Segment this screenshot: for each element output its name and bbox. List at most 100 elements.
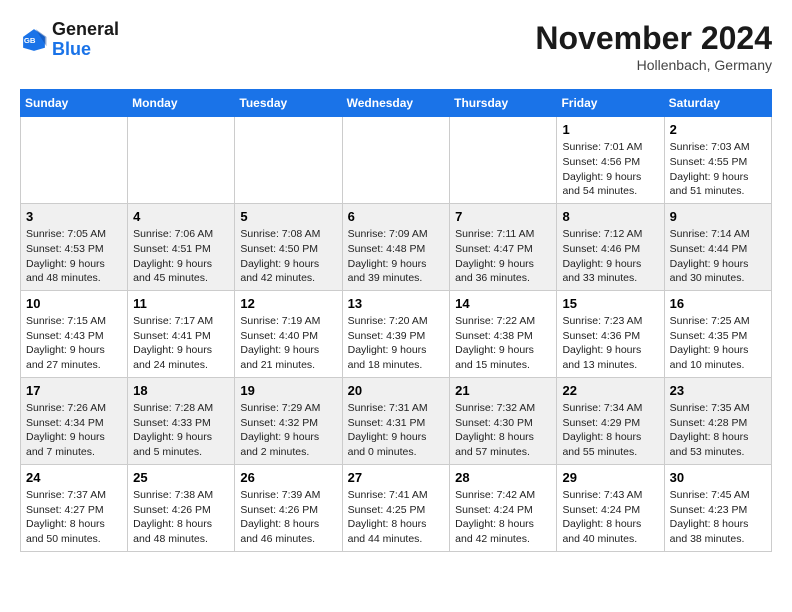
day-number: 14 xyxy=(455,295,551,313)
logo-icon: GB xyxy=(20,26,48,54)
calendar-cell: 19Sunrise: 7:29 AM Sunset: 4:32 PM Dayli… xyxy=(235,377,342,464)
day-info: Sunrise: 7:28 AM Sunset: 4:33 PM Dayligh… xyxy=(133,401,229,460)
day-number: 7 xyxy=(455,208,551,226)
col-sunday: Sunday xyxy=(21,90,128,117)
day-info: Sunrise: 7:26 AM Sunset: 4:34 PM Dayligh… xyxy=(26,401,122,460)
col-thursday: Thursday xyxy=(450,90,557,117)
calendar-week-3: 10Sunrise: 7:15 AM Sunset: 4:43 PM Dayli… xyxy=(21,290,772,377)
calendar-cell: 3Sunrise: 7:05 AM Sunset: 4:53 PM Daylig… xyxy=(21,203,128,290)
day-info: Sunrise: 7:15 AM Sunset: 4:43 PM Dayligh… xyxy=(26,314,122,373)
calendar-cell: 17Sunrise: 7:26 AM Sunset: 4:34 PM Dayli… xyxy=(21,377,128,464)
calendar-cell: 16Sunrise: 7:25 AM Sunset: 4:35 PM Dayli… xyxy=(664,290,771,377)
svg-text:GB: GB xyxy=(24,36,36,45)
calendar-week-5: 24Sunrise: 7:37 AM Sunset: 4:27 PM Dayli… xyxy=(21,464,772,551)
calendar-cell: 9Sunrise: 7:14 AM Sunset: 4:44 PM Daylig… xyxy=(664,203,771,290)
day-info: Sunrise: 7:39 AM Sunset: 4:26 PM Dayligh… xyxy=(240,488,336,547)
day-info: Sunrise: 7:29 AM Sunset: 4:32 PM Dayligh… xyxy=(240,401,336,460)
day-info: Sunrise: 7:06 AM Sunset: 4:51 PM Dayligh… xyxy=(133,227,229,286)
day-info: Sunrise: 7:32 AM Sunset: 4:30 PM Dayligh… xyxy=(455,401,551,460)
day-number: 19 xyxy=(240,382,336,400)
day-info: Sunrise: 7:31 AM Sunset: 4:31 PM Dayligh… xyxy=(348,401,445,460)
day-number: 22 xyxy=(562,382,658,400)
calendar-header-row: Sunday Monday Tuesday Wednesday Thursday… xyxy=(21,90,772,117)
calendar: Sunday Monday Tuesday Wednesday Thursday… xyxy=(20,89,772,552)
day-number: 26 xyxy=(240,469,336,487)
day-info: Sunrise: 7:09 AM Sunset: 4:48 PM Dayligh… xyxy=(348,227,445,286)
calendar-cell: 7Sunrise: 7:11 AM Sunset: 4:47 PM Daylig… xyxy=(450,203,557,290)
day-number: 15 xyxy=(562,295,658,313)
header: GB General Blue November 2024 Hollenbach… xyxy=(20,20,772,73)
logo-line2: Blue xyxy=(52,40,119,60)
day-info: Sunrise: 7:38 AM Sunset: 4:26 PM Dayligh… xyxy=(133,488,229,547)
day-info: Sunrise: 7:34 AM Sunset: 4:29 PM Dayligh… xyxy=(562,401,658,460)
calendar-cell xyxy=(21,117,128,204)
calendar-cell: 27Sunrise: 7:41 AM Sunset: 4:25 PM Dayli… xyxy=(342,464,450,551)
day-number: 20 xyxy=(348,382,445,400)
day-info: Sunrise: 7:17 AM Sunset: 4:41 PM Dayligh… xyxy=(133,314,229,373)
day-info: Sunrise: 7:11 AM Sunset: 4:47 PM Dayligh… xyxy=(455,227,551,286)
day-info: Sunrise: 7:01 AM Sunset: 4:56 PM Dayligh… xyxy=(562,140,658,199)
calendar-cell xyxy=(235,117,342,204)
day-info: Sunrise: 7:14 AM Sunset: 4:44 PM Dayligh… xyxy=(670,227,766,286)
day-number: 18 xyxy=(133,382,229,400)
calendar-cell: 5Sunrise: 7:08 AM Sunset: 4:50 PM Daylig… xyxy=(235,203,342,290)
day-number: 21 xyxy=(455,382,551,400)
col-tuesday: Tuesday xyxy=(235,90,342,117)
calendar-cell xyxy=(450,117,557,204)
calendar-cell: 1Sunrise: 7:01 AM Sunset: 4:56 PM Daylig… xyxy=(557,117,664,204)
calendar-cell: 14Sunrise: 7:22 AM Sunset: 4:38 PM Dayli… xyxy=(450,290,557,377)
calendar-cell: 12Sunrise: 7:19 AM Sunset: 4:40 PM Dayli… xyxy=(235,290,342,377)
day-number: 13 xyxy=(348,295,445,313)
calendar-cell: 8Sunrise: 7:12 AM Sunset: 4:46 PM Daylig… xyxy=(557,203,664,290)
day-number: 6 xyxy=(348,208,445,226)
calendar-week-1: 1Sunrise: 7:01 AM Sunset: 4:56 PM Daylig… xyxy=(21,117,772,204)
calendar-cell: 15Sunrise: 7:23 AM Sunset: 4:36 PM Dayli… xyxy=(557,290,664,377)
calendar-week-2: 3Sunrise: 7:05 AM Sunset: 4:53 PM Daylig… xyxy=(21,203,772,290)
day-number: 17 xyxy=(26,382,122,400)
calendar-cell: 28Sunrise: 7:42 AM Sunset: 4:24 PM Dayli… xyxy=(450,464,557,551)
calendar-cell: 22Sunrise: 7:34 AM Sunset: 4:29 PM Dayli… xyxy=(557,377,664,464)
col-monday: Monday xyxy=(128,90,235,117)
day-info: Sunrise: 7:05 AM Sunset: 4:53 PM Dayligh… xyxy=(26,227,122,286)
day-number: 3 xyxy=(26,208,122,226)
logo: GB General Blue xyxy=(20,20,119,60)
day-number: 10 xyxy=(26,295,122,313)
day-number: 27 xyxy=(348,469,445,487)
day-info: Sunrise: 7:23 AM Sunset: 4:36 PM Dayligh… xyxy=(562,314,658,373)
day-info: Sunrise: 7:08 AM Sunset: 4:50 PM Dayligh… xyxy=(240,227,336,286)
calendar-cell: 11Sunrise: 7:17 AM Sunset: 4:41 PM Dayli… xyxy=(128,290,235,377)
calendar-cell: 24Sunrise: 7:37 AM Sunset: 4:27 PM Dayli… xyxy=(21,464,128,551)
calendar-cell: 21Sunrise: 7:32 AM Sunset: 4:30 PM Dayli… xyxy=(450,377,557,464)
calendar-cell: 18Sunrise: 7:28 AM Sunset: 4:33 PM Dayli… xyxy=(128,377,235,464)
calendar-cell: 25Sunrise: 7:38 AM Sunset: 4:26 PM Dayli… xyxy=(128,464,235,551)
day-number: 2 xyxy=(670,121,766,139)
day-info: Sunrise: 7:42 AM Sunset: 4:24 PM Dayligh… xyxy=(455,488,551,547)
day-number: 8 xyxy=(562,208,658,226)
calendar-cell: 29Sunrise: 7:43 AM Sunset: 4:24 PM Dayli… xyxy=(557,464,664,551)
calendar-cell xyxy=(342,117,450,204)
calendar-cell: 10Sunrise: 7:15 AM Sunset: 4:43 PM Dayli… xyxy=(21,290,128,377)
day-number: 4 xyxy=(133,208,229,226)
day-info: Sunrise: 7:25 AM Sunset: 4:35 PM Dayligh… xyxy=(670,314,766,373)
col-friday: Friday xyxy=(557,90,664,117)
day-number: 9 xyxy=(670,208,766,226)
month-title: November 2024 xyxy=(535,20,772,57)
day-number: 28 xyxy=(455,469,551,487)
day-number: 29 xyxy=(562,469,658,487)
calendar-cell: 4Sunrise: 7:06 AM Sunset: 4:51 PM Daylig… xyxy=(128,203,235,290)
day-number: 12 xyxy=(240,295,336,313)
calendar-cell: 30Sunrise: 7:45 AM Sunset: 4:23 PM Dayli… xyxy=(664,464,771,551)
day-info: Sunrise: 7:37 AM Sunset: 4:27 PM Dayligh… xyxy=(26,488,122,547)
day-info: Sunrise: 7:45 AM Sunset: 4:23 PM Dayligh… xyxy=(670,488,766,547)
calendar-week-4: 17Sunrise: 7:26 AM Sunset: 4:34 PM Dayli… xyxy=(21,377,772,464)
day-info: Sunrise: 7:03 AM Sunset: 4:55 PM Dayligh… xyxy=(670,140,766,199)
calendar-cell: 23Sunrise: 7:35 AM Sunset: 4:28 PM Dayli… xyxy=(664,377,771,464)
calendar-cell: 2Sunrise: 7:03 AM Sunset: 4:55 PM Daylig… xyxy=(664,117,771,204)
calendar-cell: 6Sunrise: 7:09 AM Sunset: 4:48 PM Daylig… xyxy=(342,203,450,290)
day-number: 24 xyxy=(26,469,122,487)
day-number: 5 xyxy=(240,208,336,226)
day-number: 11 xyxy=(133,295,229,313)
calendar-cell: 13Sunrise: 7:20 AM Sunset: 4:39 PM Dayli… xyxy=(342,290,450,377)
day-info: Sunrise: 7:12 AM Sunset: 4:46 PM Dayligh… xyxy=(562,227,658,286)
logo-line1: General xyxy=(52,20,119,40)
